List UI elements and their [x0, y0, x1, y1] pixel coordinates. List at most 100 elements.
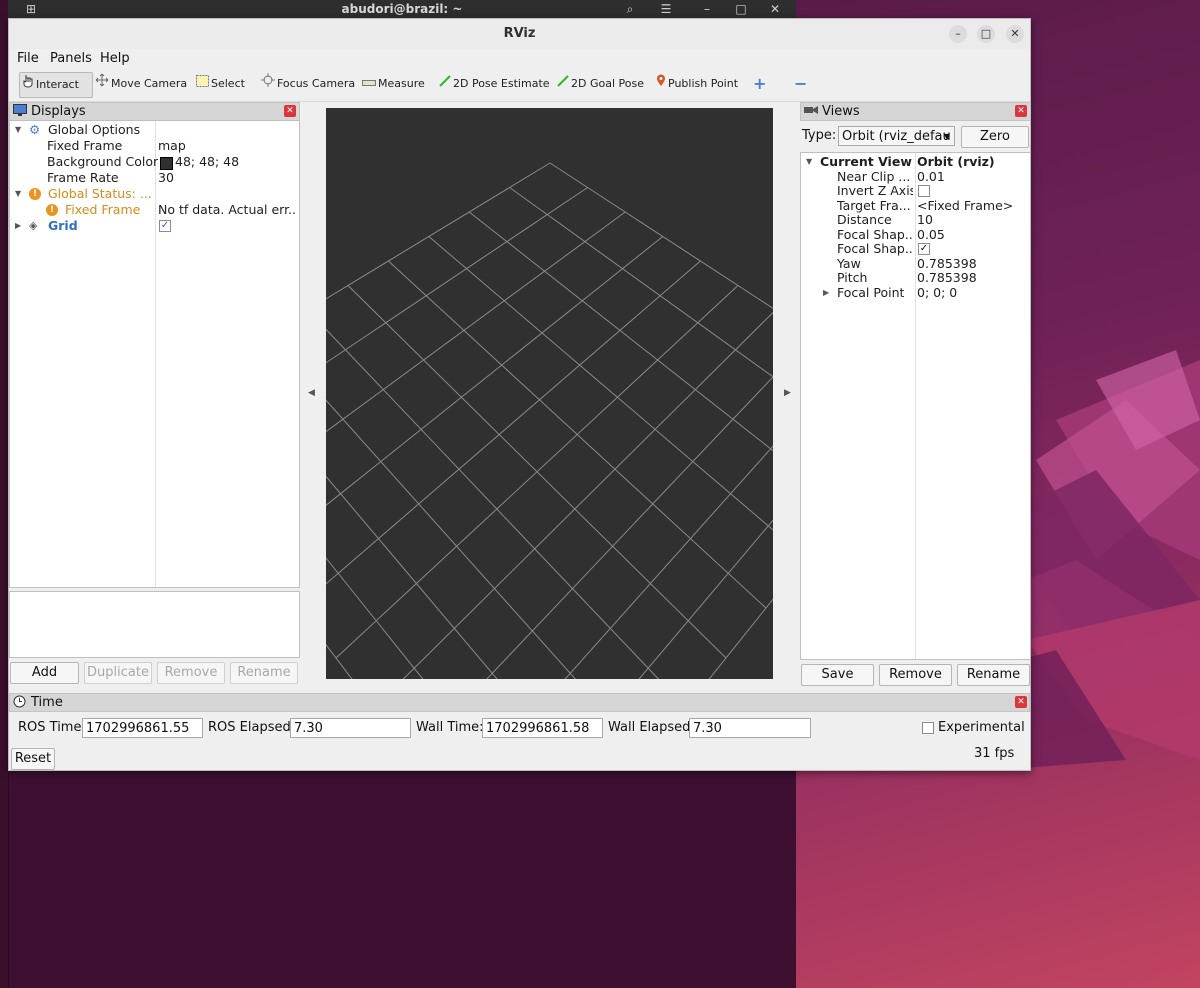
tree-row-invert-z[interactable]: Invert Z Axis: [801, 183, 1030, 199]
select-tool[interactable]: Select: [196, 72, 245, 96]
tree-row-focal-shape-fixed[interactable]: Focal Shap... ✓: [801, 241, 1030, 257]
remove-view-button[interactable]: Remove: [879, 664, 952, 686]
focus-camera-icon: [261, 72, 275, 96]
rename-display-button[interactable]: Rename: [230, 662, 298, 684]
time-panel-header[interactable]: Time ✕: [9, 693, 1030, 712]
frame-rate-label: Frame Rate: [47, 170, 119, 185]
left-splitter-arrow-icon[interactable]: ◀: [308, 388, 315, 398]
views-panel-header[interactable]: Views ✕: [800, 102, 1031, 121]
displays-close-icon[interactable]: ✕: [284, 105, 296, 117]
remove-display-button[interactable]: Remove: [157, 662, 225, 684]
duplicate-display-button[interactable]: Duplicate: [84, 662, 152, 684]
menu-file[interactable]: File: [17, 49, 39, 69]
tree-row-frame-rate[interactable]: Frame Rate 30: [10, 170, 299, 186]
save-view-button[interactable]: Save: [801, 664, 874, 686]
views-tree: ▼ Current View Orbit (rviz) Near Clip ..…: [800, 152, 1031, 660]
menu-panels[interactable]: Panels: [50, 49, 92, 69]
menu-help[interactable]: Help: [100, 49, 130, 69]
map-pin-icon: [656, 72, 666, 96]
right-splitter-arrow-icon[interactable]: ▶: [784, 388, 791, 398]
move-camera-tool-label: Move Camera: [111, 77, 188, 90]
grid-enabled-checkbox[interactable]: ✓: [159, 220, 171, 232]
view-type-label: Type:: [802, 128, 837, 143]
rename-view-button[interactable]: Rename: [957, 664, 1030, 686]
pose-estimate-tool[interactable]: 2D Pose Estimate: [439, 72, 550, 96]
publish-point-tool-label: Publish Point: [668, 77, 739, 90]
view-type-select[interactable]: Orbit (rviz_defau ▼: [838, 126, 955, 146]
status-fixed-frame-label: Fixed Frame: [65, 202, 141, 217]
fixed-frame-value[interactable]: map: [158, 138, 186, 154]
ruler-icon: [362, 72, 376, 96]
gear-icon: ⚙: [29, 122, 41, 137]
focal-point-label: Focal Point: [837, 285, 905, 300]
window-titlebar: RViz – □ ✕: [9, 19, 1030, 50]
remove-tool-icon[interactable]: −: [794, 72, 807, 96]
add-display-button[interactable]: Add: [10, 662, 79, 684]
move-camera-tool[interactable]: Move Camera: [95, 72, 187, 96]
grid-line: [564, 445, 773, 679]
time-close-icon[interactable]: ✕: [1015, 696, 1027, 708]
minimize-icon[interactable]: –: [949, 25, 967, 43]
close-icon[interactable]: ✕: [1006, 25, 1024, 43]
tree-row-background-color[interactable]: Background Color 48; 48; 48: [10, 154, 299, 170]
terminal-minimize-icon[interactable]: –: [696, 0, 718, 18]
add-tool-icon[interactable]: +: [753, 72, 766, 96]
tree-row-distance[interactable]: Distance 10: [801, 212, 1030, 228]
focus-camera-tool-label: Focus Camera: [277, 77, 356, 90]
move-camera-icon: [95, 72, 109, 96]
reset-button[interactable]: Reset: [11, 748, 55, 770]
distance-value[interactable]: 10: [917, 212, 933, 228]
tree-row-pitch[interactable]: Pitch 0.785398: [801, 270, 1030, 286]
expand-arrow-icon[interactable]: ▼: [15, 186, 21, 202]
goal-pose-tool[interactable]: 2D Goal Pose: [557, 72, 644, 96]
terminal-menu-icon[interactable]: ☰: [655, 0, 677, 18]
maximize-icon[interactable]: □: [977, 25, 995, 43]
toolbar: Interact Move Camera Select Focus Camera…: [9, 69, 1030, 102]
grid-line: [638, 519, 773, 679]
tree-row-fixed-frame[interactable]: Fixed Frame map: [10, 138, 299, 154]
wall-elapsed-field[interactable]: 7.30: [689, 718, 811, 738]
focus-camera-tool[interactable]: Focus Camera: [261, 72, 355, 96]
pitch-value[interactable]: 0.785398: [917, 270, 977, 286]
terminal-close-icon[interactable]: ✕: [764, 0, 786, 18]
invert-z-checkbox[interactable]: [918, 185, 930, 197]
tree-row-current-view[interactable]: ▼ Current View Orbit (rviz): [801, 154, 1030, 170]
color-swatch[interactable]: [160, 157, 173, 170]
wall-time-field[interactable]: 1702996861.58: [482, 718, 603, 738]
grid-line: [335, 285, 739, 659]
grid-line: [326, 211, 626, 433]
tree-row-focal-point[interactable]: ▶ Focal Point 0; 0; 0: [801, 285, 1030, 301]
terminal-maximize-icon[interactable]: □: [730, 0, 752, 18]
tree-row-global-status[interactable]: ▼ ! Global Status: ...: [10, 186, 299, 202]
pose-estimate-tool-label: 2D Pose Estimate: [453, 77, 550, 90]
experimental-checkbox[interactable]: [922, 722, 934, 734]
fixed-frame-label: Fixed Frame: [47, 138, 123, 153]
collapse-arrow-icon[interactable]: ▶: [823, 285, 829, 301]
measure-tool[interactable]: Measure: [362, 72, 425, 96]
focal-shape-fixed-label: Focal Shap...: [837, 241, 913, 256]
tree-row-global-options[interactable]: ▼ ⚙ Global Options: [10, 122, 299, 138]
render-viewport[interactable]: [326, 108, 773, 679]
background-color-label: Background Color: [47, 154, 159, 169]
focal-point-value[interactable]: 0; 0; 0: [917, 285, 957, 301]
interact-tool[interactable]: Interact: [19, 72, 93, 98]
current-view-label: Current View: [820, 154, 912, 169]
focal-shape-fixed-checkbox[interactable]: ✓: [918, 243, 930, 255]
views-close-icon[interactable]: ✕: [1015, 105, 1027, 117]
displays-panel-header[interactable]: Displays ✕: [9, 102, 300, 121]
ros-elapsed-field[interactable]: 7.30: [290, 718, 411, 738]
current-view-value: Orbit (rviz): [917, 154, 995, 169]
terminal-search-icon[interactable]: ⌕: [619, 0, 641, 18]
background-color-value[interactable]: 48; 48; 48: [175, 154, 239, 170]
zero-button[interactable]: Zero: [961, 126, 1029, 148]
tree-row-grid[interactable]: ▶ ◈ Grid ✓: [10, 218, 299, 234]
expand-arrow-icon[interactable]: ▼: [806, 154, 812, 170]
goal-pose-tool-label: 2D Goal Pose: [571, 77, 644, 90]
collapse-arrow-icon[interactable]: ▶: [15, 218, 21, 234]
frame-rate-value[interactable]: 30: [158, 170, 174, 186]
ros-time-field[interactable]: 1702996861.55: [82, 718, 203, 738]
publish-point-tool[interactable]: Publish Point: [656, 72, 738, 96]
expand-arrow-icon[interactable]: ▼: [15, 122, 21, 138]
tree-row-status-fixed-frame[interactable]: ! Fixed Frame No tf data. Actual err...: [10, 202, 299, 218]
display-description-box: [9, 591, 300, 658]
